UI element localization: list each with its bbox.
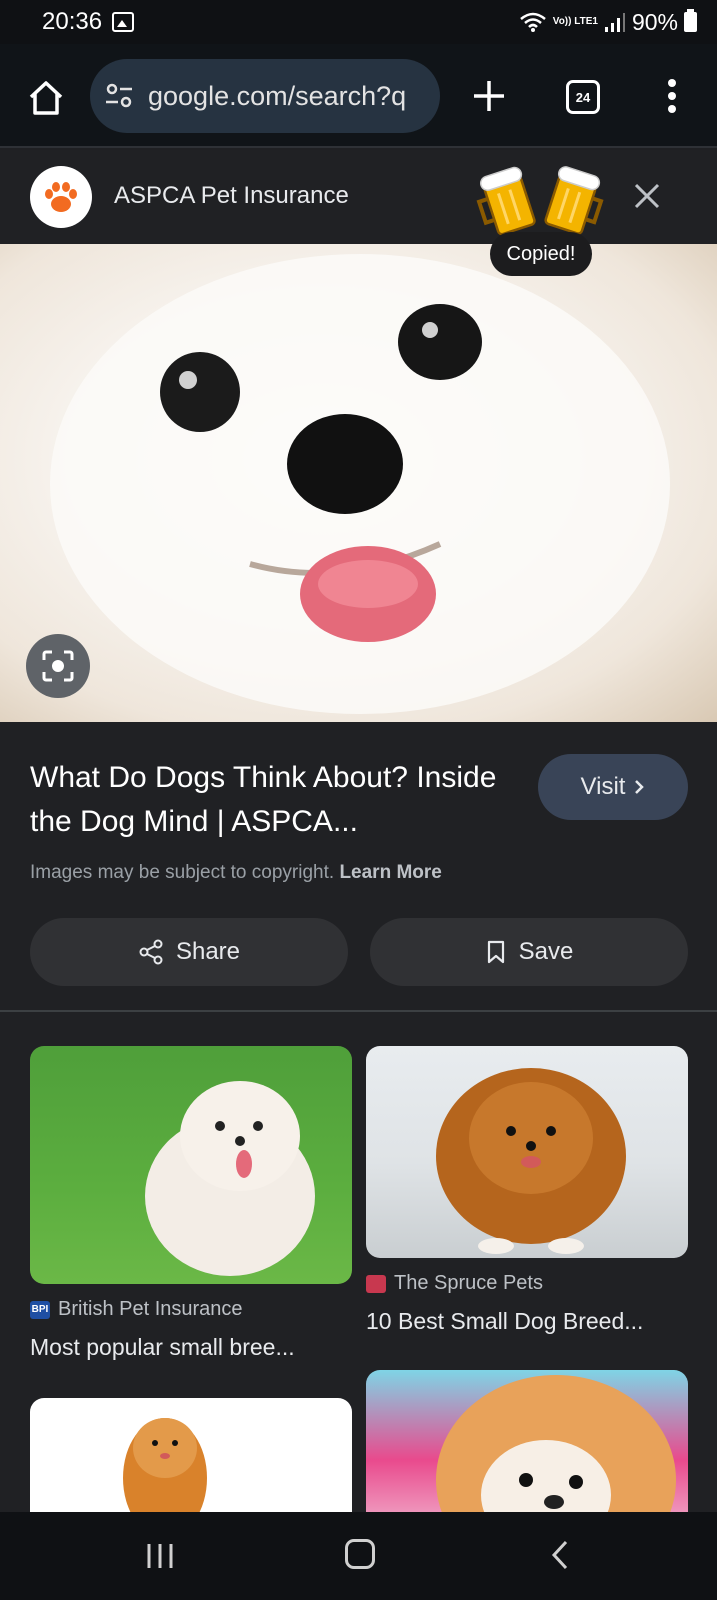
save-button[interactable]: Save [370, 918, 688, 986]
system-navigation-bar [0, 1512, 717, 1600]
related-images-grid: BPI British Pet Insurance Most popular s… [0, 1012, 717, 1512]
site-name[interactable]: ASPCA Pet Insurance [114, 182, 349, 210]
gallery-notification-icon [112, 12, 135, 32]
copied-toast: Copied! [490, 232, 592, 276]
bookmark-icon [487, 940, 504, 964]
source-name: The Spruce Pets [394, 1272, 543, 1294]
white-pomeranian-image [145, 1081, 315, 1276]
learn-more-link[interactable]: Learn More [339, 862, 441, 883]
dog-face-illustration [50, 254, 670, 714]
visit-button[interactable]: Visit [538, 754, 688, 820]
paw-icon [45, 182, 77, 212]
status-bar: 20:36 Vo)) LTE1 90% [0, 0, 717, 44]
share-icon [139, 939, 163, 965]
share-button[interactable]: Share [30, 918, 348, 986]
copyright-notice: Images may be subject to copyright. Lear… [30, 862, 442, 884]
related-image-1[interactable] [30, 1046, 352, 1284]
more-vert-icon[interactable] [658, 76, 686, 116]
share-label: Share [175, 938, 241, 965]
tab-count: 24 [575, 89, 591, 105]
source-name: British Pet Insurance [58, 1298, 243, 1320]
brown-pomeranian-image [436, 1068, 626, 1254]
bpi-favicon-icon: BPI [30, 1300, 50, 1319]
save-label: Save [518, 938, 574, 965]
site-logo[interactable] [30, 166, 92, 228]
url-text: google.com/search?q [148, 80, 407, 111]
related-title-2[interactable]: 10 Best Small Dog Breed... [366, 1308, 643, 1335]
browser-toolbar: google.com/search?q 24 [0, 44, 717, 148]
tabs-icon[interactable]: 24 [566, 80, 600, 114]
preview-image[interactable] [0, 244, 717, 722]
back-icon[interactable] [548, 1539, 572, 1571]
related-image-4[interactable] [366, 1370, 688, 1512]
close-icon[interactable] [632, 181, 662, 211]
site-header: ASPCA Pet Insurance [0, 150, 717, 244]
result-info: What Do Dogs Think About? Inside the Dog… [0, 722, 717, 1012]
lens-icon [42, 650, 74, 682]
related-image-3[interactable] [30, 1398, 352, 1512]
spruce-pets-favicon-icon [366, 1274, 386, 1293]
wifi-icon [519, 12, 546, 32]
result-title[interactable]: What Do Dogs Think About? Inside the Dog… [30, 756, 510, 844]
signal-icon [604, 13, 625, 32]
copyright-text: Images may be subject to copyright. [30, 862, 335, 883]
related-source-1[interactable]: BPI British Pet Insurance [30, 1298, 243, 1321]
tune-icon[interactable] [104, 81, 134, 111]
fluffy-pomeranian-image [436, 1375, 676, 1512]
small-pomeranian-image [123, 1418, 207, 1512]
battery-percent: 90% [631, 8, 678, 35]
status-indicators: Vo)) LTE1 90% [519, 9, 697, 36]
lens-button[interactable] [26, 634, 90, 698]
network-type: Vo)) LTE1 [552, 16, 598, 27]
chevron-right-icon [635, 780, 645, 794]
recents-icon[interactable] [145, 1542, 175, 1570]
battery-icon [684, 9, 697, 32]
plus-icon[interactable] [470, 77, 508, 115]
visit-label: Visit [580, 773, 626, 800]
related-title-1[interactable]: Most popular small bree... [30, 1334, 295, 1361]
related-source-2[interactable]: The Spruce Pets [366, 1272, 543, 1295]
beer-mugs-icon [476, 166, 604, 236]
related-image-2[interactable] [366, 1046, 688, 1258]
status-time: 20:36 [42, 8, 103, 35]
home-nav-icon[interactable] [345, 1539, 375, 1569]
address-bar[interactable]: google.com/search?q [90, 59, 440, 133]
home-icon[interactable] [26, 78, 66, 118]
